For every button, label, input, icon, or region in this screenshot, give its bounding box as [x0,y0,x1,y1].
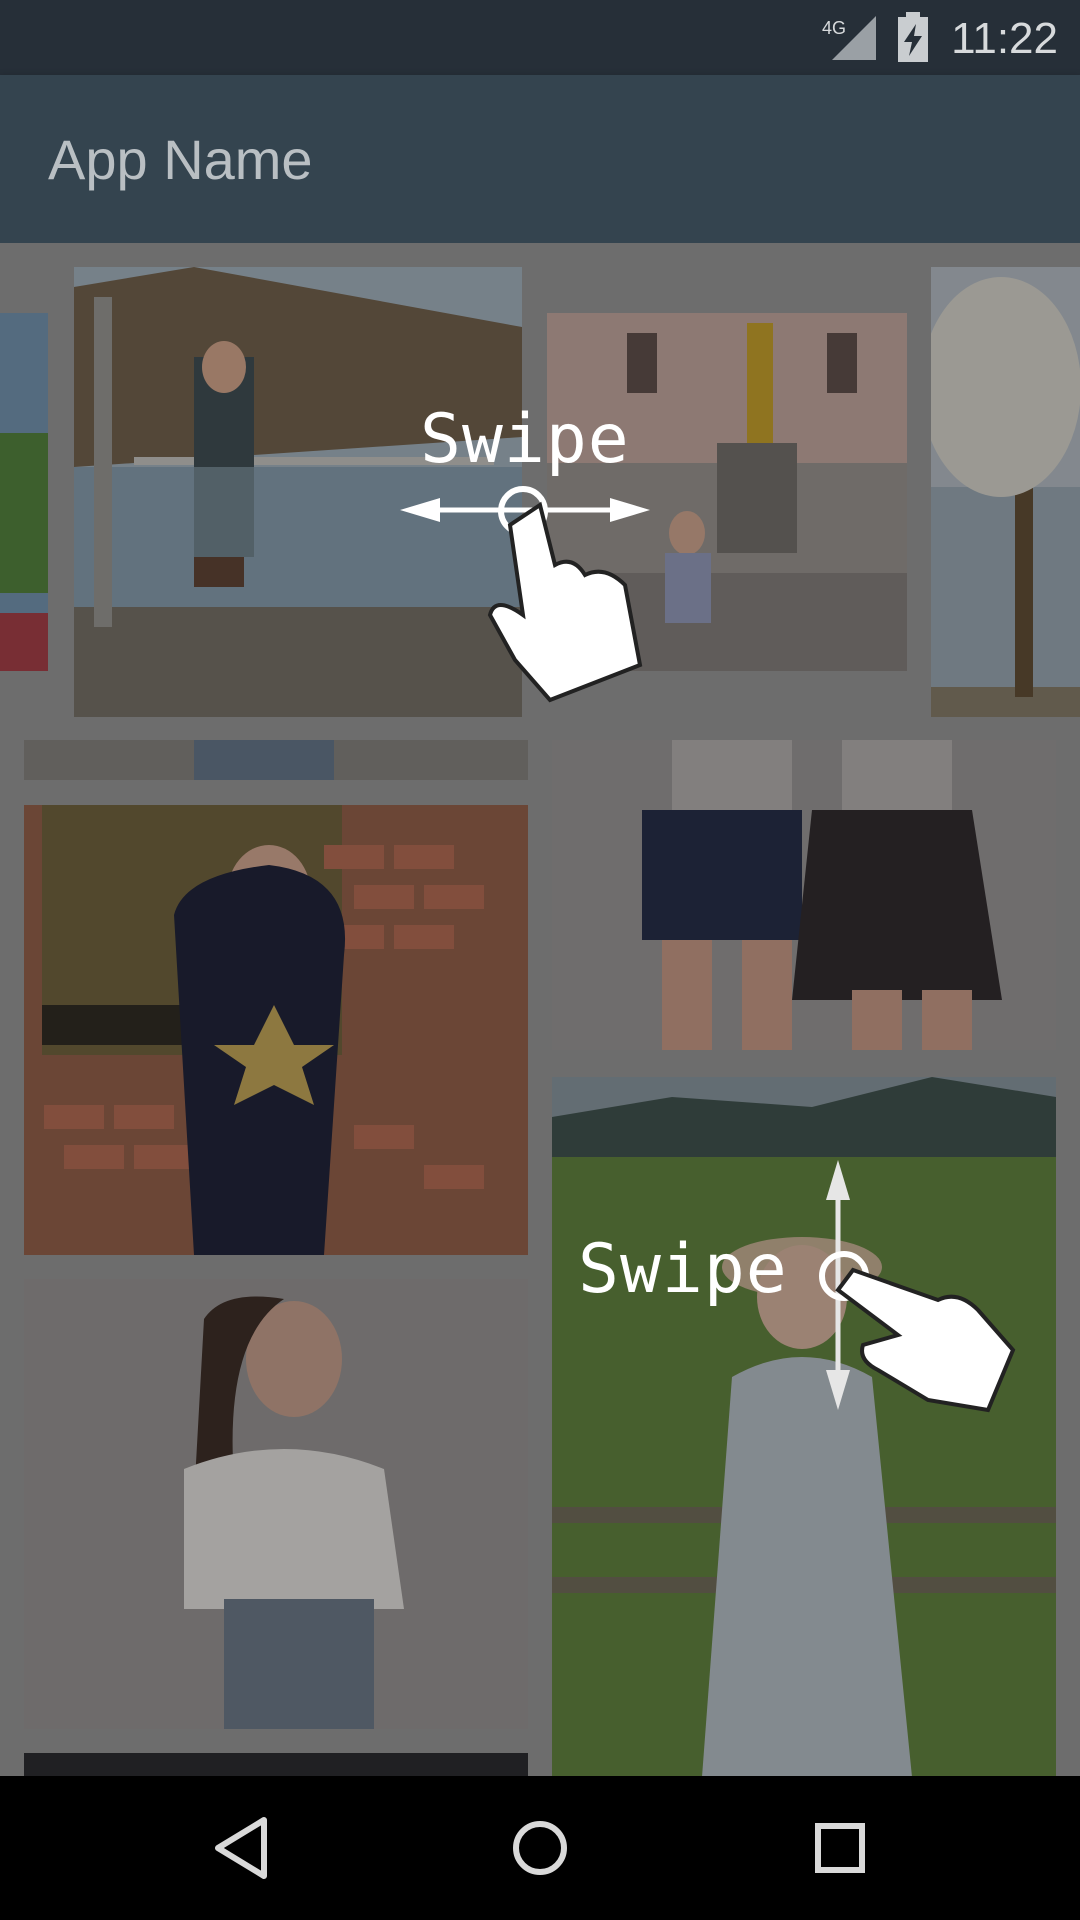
battery-charging-icon [898,12,928,62]
pointing-hand-icon [487,486,643,703]
svg-text:4G: 4G [822,18,846,38]
horizontal-swipe-label: Swipe [420,400,630,479]
app-bar: App Name [0,75,1080,243]
pointing-hand-icon [819,1251,1016,1413]
status-bar: 4G 11:22 [0,0,1080,75]
back-triangle-icon[interactable] [190,1798,290,1898]
signal-4g-icon: 4G [822,16,876,60]
grid-photo-brick-wall[interactable] [24,805,528,1255]
horizontal-swipe-hint: Swipe [400,400,660,703]
carousel-photo-partial-left[interactable] [0,313,48,671]
grid-photo-bottom-partial[interactable] [24,1753,528,1776]
vertical-swipe-hint: Swipe [578,1160,1038,1440]
recents-square-icon[interactable] [790,1798,890,1898]
status-time: 11:22 [951,14,1058,63]
grid-photo-shorts-skirt[interactable] [552,740,1056,1050]
carousel-photo-tree[interactable] [931,267,1080,717]
home-circle-icon[interactable] [490,1798,590,1898]
grid-photo-white-top[interactable] [24,1279,528,1729]
app-title: App Name [48,128,313,191]
navigation-bar [0,1776,1080,1920]
vertical-swipe-label: Swipe [578,1230,788,1309]
grid-photo-jeans-top[interactable] [24,740,528,780]
